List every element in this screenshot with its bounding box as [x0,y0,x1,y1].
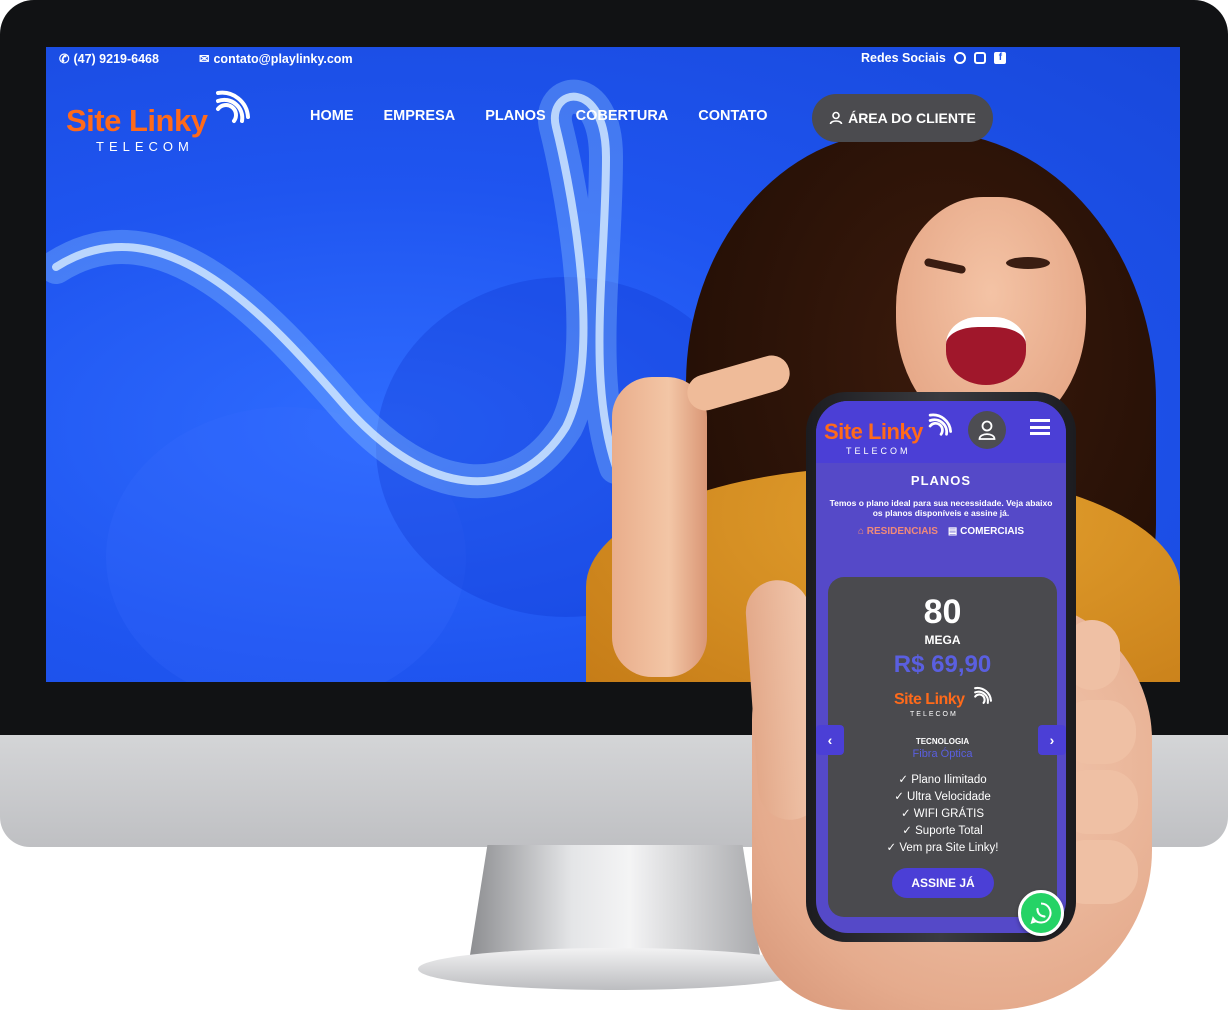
wifi-icon [974,686,992,704]
plan-features: ✓ Plano Ilimitado ✓ Ultra Velocidade ✓ W… [828,772,1057,857]
email-contact[interactable]: ✉ contato@playlinky.com [199,51,353,67]
carousel-next-button[interactable]: › [1038,725,1066,755]
main-nav: HOME EMPRESA PLANOS COBERTURA CONTATO [310,108,798,124]
tab-residential-label: RESIDENCIAIS [866,526,938,537]
nav-item-empresa[interactable]: EMPRESA [384,108,456,124]
email-address: contato@playlinky.com [213,51,353,66]
phone-number: (47) 9219-6468 [73,51,159,66]
plan-feature: ✓ Ultra Velocidade [894,791,991,803]
nav-item-home[interactable]: HOME [310,108,354,124]
whatsapp-icon[interactable] [953,52,966,64]
client-area-button[interactable]: ÁREA DO CLIENTE [812,94,993,142]
nav-item-planos[interactable]: PLANOS [485,108,545,124]
social-label: Redes Sociais [861,51,946,65]
tab-residential[interactable]: ⌂ RESIDENCIAIS [858,526,938,537]
logo-tagline: TELECOM [910,711,958,718]
user-icon [829,111,843,125]
wifi-icon [216,90,250,123]
mobile-user-button[interactable] [968,411,1006,449]
logo-tagline: TELECOM [846,446,911,456]
logo-tagline: TELECOM [96,139,194,154]
site-logo[interactable]: Site Linky TELECOM [66,87,256,167]
mobile-header: Site Linky TELECOM [816,401,1066,463]
social-links: Redes Sociais [861,51,1006,65]
hamburger-menu-icon[interactable] [1030,419,1050,435]
monitor-stand [470,845,760,955]
tab-commercial-label: COMERCIAIS [960,526,1025,537]
subscribe-button[interactable]: ASSINE JÁ [892,868,994,898]
client-area-label: ÁREA DO CLIENTE [848,110,976,126]
mobile-screen: Site Linky TELECOM PLANOS Temos o plano … [816,401,1066,933]
instagram-icon[interactable] [973,52,986,64]
building-icon: ▤ [947,526,958,537]
plan-speed: 80 [923,593,962,631]
chevron-right-icon: › [1049,732,1055,748]
hero-photo-arm [612,377,707,677]
house-icon: ⌂ [857,526,864,537]
tab-commercial[interactable]: ▤ COMERCIAIS [948,526,1024,537]
phone-contact[interactable]: ✆ (47) 9219-6468 [59,51,159,67]
plan-feature: ✓ Vem pra Site Linky! [886,842,999,854]
facebook-icon[interactable] [993,52,1006,64]
plan-tech-value: Fibra Óptica [912,748,973,760]
mobile-logo[interactable]: Site Linky TELECOM [824,411,954,461]
user-icon [978,420,996,440]
hero-photo-eye [1006,257,1050,269]
plan-tabs: ⌂ RESIDENCIAIS ▤ COMERCIAIS [816,526,1066,537]
plan-tech-label: TECNOLOGIA [915,737,970,746]
carousel-prev-button[interactable]: ‹ [816,725,844,755]
logo-name: Site Linky [824,419,923,444]
chevron-left-icon: ‹ [827,732,833,748]
plan-feature: ✓ WIFI GRÁTIS [900,808,985,820]
plan-feature: ✓ Plano Ilimitado [898,774,987,786]
top-contact-bar: ✆ (47) 9219-6468 ✉ contato@playlinky.com… [46,47,1180,71]
logo-name: Site Linky [894,691,965,708]
nav-item-cobertura[interactable]: COBERTURA [576,108,669,124]
phone-icon: ✆ [59,52,70,66]
envelope-icon: ✉ [199,52,210,66]
plan-feature: ✓ Suporte Total [902,825,983,837]
monitor-stand-base [418,948,813,990]
hero-photo-mouth [946,317,1026,385]
logo-name: Site Linky [66,103,208,138]
whatsapp-icon [1030,902,1052,925]
plan-speed-unit: MEGA [924,633,961,647]
plan-price: R$ 69,90 [893,651,992,678]
plan-card: 80 MEGA R$ 69,90 Site Linky TELECOM TECN… [828,577,1057,917]
section-title: PLANOS [910,473,972,488]
plan-logo: Site Linky TELECOM [894,685,994,725]
smartphone: Site Linky TELECOM PLANOS Temos o plano … [806,392,1076,942]
nav-item-contato[interactable]: CONTATO [698,108,767,124]
section-description: Temos o plano ideal para sua necessidade… [829,498,1053,518]
whatsapp-float-button[interactable] [1018,890,1064,936]
wifi-icon [928,413,952,436]
